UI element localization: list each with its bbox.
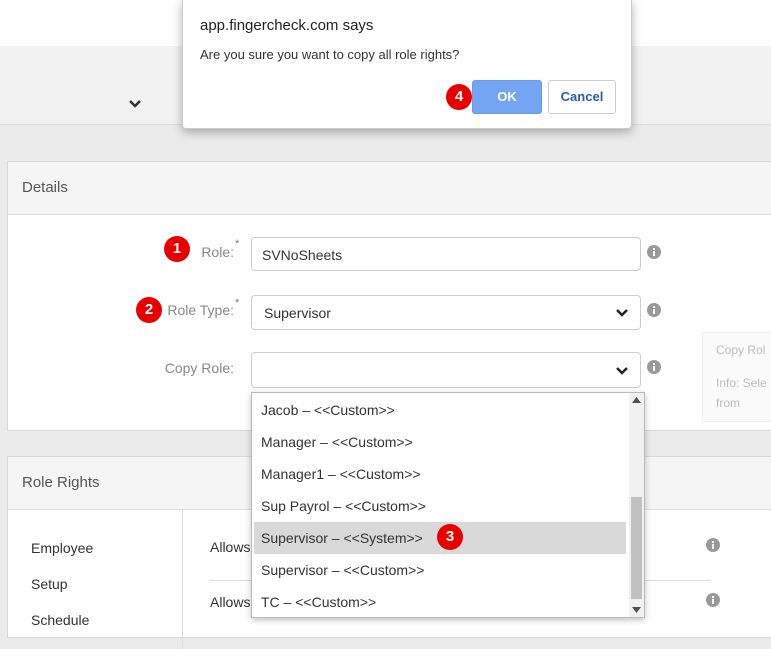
info-icon[interactable] <box>706 538 720 552</box>
role-input[interactable]: SVNoSheets <box>251 237 641 271</box>
scroll-up-icon[interactable] <box>632 397 641 403</box>
role-rights-nav: Employee Setup Schedule <box>8 509 183 649</box>
chevron-down-icon <box>616 367 628 375</box>
list-item[interactable]: TC – <<Custom>> <box>254 586 626 617</box>
tooltip-line: Copy Rol <box>716 343 766 357</box>
copy-role-dropdown-list[interactable]: Jacob – <<Custom>> Manager – <<Custom>> … <box>251 392 645 618</box>
chevron-down-icon[interactable] <box>128 97 142 111</box>
confirm-dialog: app.fingercheck.com says Are you sure yo… <box>182 0 632 129</box>
info-icon[interactable] <box>706 593 720 607</box>
info-icon[interactable] <box>647 360 661 374</box>
list-item[interactable]: Manager – <<Custom>> <box>254 426 626 458</box>
dialog-message: Are you sure you want to copy all role r… <box>200 47 460 62</box>
required-mark: * <box>235 238 240 250</box>
scrollbar-thumb[interactable] <box>631 497 642 599</box>
list-item[interactable]: Manager1 – <<Custom>> <box>254 458 626 490</box>
scrollbar[interactable] <box>629 393 644 617</box>
step-badge-1: 1 <box>164 236 190 262</box>
list-item[interactable]: Sup Payrol – <<Custom>> <box>254 490 626 522</box>
right-row-label: Allows <box>210 539 251 555</box>
step-badge-3: 3 <box>437 524 463 550</box>
list-item[interactable]: Supervisor – <<Custom>> <box>254 554 626 586</box>
list-item[interactable]: Jacob – <<Custom>> <box>254 394 626 426</box>
details-heading: Details <box>8 162 771 215</box>
nav-item-schedule[interactable]: Schedule <box>31 612 89 628</box>
copy-role-label: Copy Role: <box>164 360 234 376</box>
role-type-value: Supervisor <box>264 305 331 321</box>
nav-item-setup[interactable]: Setup <box>31 576 68 592</box>
step-badge-2: 2 <box>136 297 162 323</box>
nav-item-employee[interactable]: Employee <box>31 540 93 556</box>
info-icon[interactable] <box>647 245 661 259</box>
role-type-label: Role Type: <box>167 302 234 318</box>
ok-button[interactable]: OK <box>472 80 542 114</box>
dialog-title: app.fingercheck.com says <box>200 17 374 34</box>
role-type-select[interactable]: Supervisor <box>251 295 641 330</box>
step-badge-4: 4 <box>446 84 472 110</box>
tooltip-line: from <box>716 396 740 410</box>
tooltip-line: Info: Sele <box>716 376 767 390</box>
required-mark: * <box>235 297 240 309</box>
info-icon[interactable] <box>647 303 661 317</box>
copy-role-select[interactable] <box>251 352 641 388</box>
right-row-label: Allows <box>210 594 251 610</box>
cancel-button[interactable]: Cancel <box>548 80 616 114</box>
chevron-down-icon <box>616 309 628 317</box>
copy-role-tooltip: Copy Rol Info: Sele from <box>702 332 771 422</box>
role-input-value: SVNoSheets <box>262 247 343 263</box>
scroll-down-icon[interactable] <box>632 607 641 613</box>
